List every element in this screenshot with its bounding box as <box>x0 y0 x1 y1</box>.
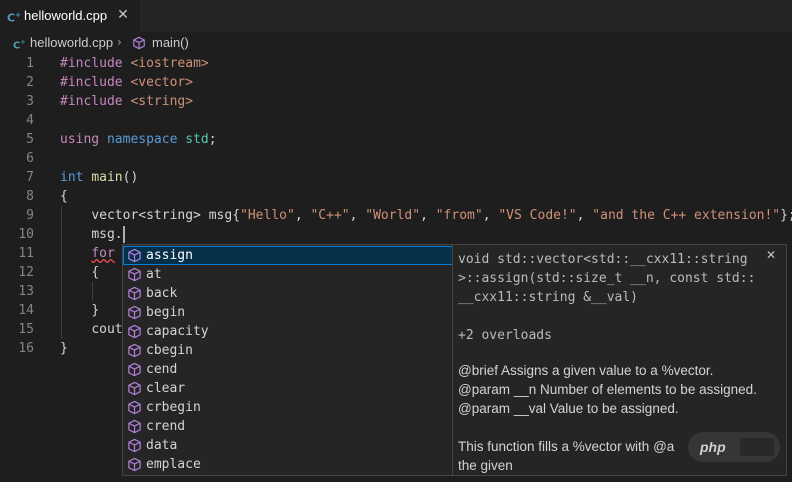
line-number: 3 <box>26 94 34 109</box>
suggestion-label: crend <box>146 419 186 434</box>
suggestion-back[interactable]: back <box>123 284 453 303</box>
suggestion-label: begin <box>146 305 186 320</box>
cpp-file-icon: C+ <box>13 39 26 52</box>
cpp-file-icon: C+ <box>7 11 21 25</box>
close-icon[interactable]: ✕ <box>763 247 779 263</box>
cube-method-icon <box>127 324 142 339</box>
suggestion-cend[interactable]: cend <box>123 360 453 379</box>
line-number: 10 <box>18 227 34 242</box>
line-number: 13 <box>18 284 34 299</box>
line-number: 14 <box>18 303 34 318</box>
suggestion-begin[interactable]: begin <box>123 303 453 322</box>
code-line-8: { <box>60 189 68 204</box>
signature-line: >::assign(std::size_t __n, const std:: <box>458 271 756 286</box>
cube-method-icon <box>127 362 142 377</box>
code-line-1: #include <iostream> <box>60 56 209 71</box>
code-line-12: { <box>91 265 100 280</box>
cube-method-icon <box>133 36 145 50</box>
code-line-15: cout <box>91 322 123 337</box>
doc-param: @param __n Number of elements to be assi… <box>458 382 757 397</box>
code-line-7: int main() <box>60 170 139 185</box>
line-number: 4 <box>26 113 34 128</box>
indent-guide <box>92 282 93 301</box>
suggestion-crend[interactable]: crend <box>123 417 453 436</box>
code-line-14: } <box>91 303 100 318</box>
line-number: 1 <box>26 56 34 71</box>
line-number: 15 <box>18 322 34 337</box>
cube-method-icon <box>127 438 142 453</box>
signature-line: __cxx11::string &__val) <box>458 290 639 305</box>
doc-description: This function fills a %vector with @a <box>458 439 675 454</box>
suggestion-emplace[interactable]: emplace <box>123 455 453 474</box>
close-icon[interactable]: ✕ <box>114 6 132 24</box>
suggestion-label: capacity <box>146 324 209 339</box>
line-number: 8 <box>26 189 34 204</box>
breadcrumb-file[interactable]: helloworld.cpp <box>30 35 113 51</box>
line-number: 12 <box>18 265 34 280</box>
suggest-widget[interactable]: assign at back begin capacity cbegin cend clear… <box>122 244 454 476</box>
doc-description: the given <box>458 458 513 473</box>
suggestion-crbegin[interactable]: crbegin <box>123 398 453 417</box>
suggestion-label: data <box>146 438 178 453</box>
code-line-5: using namespace std; <box>60 132 217 147</box>
cube-method-icon <box>127 305 142 320</box>
text-cursor <box>122 226 125 243</box>
editor-tab-helloworld[interactable]: C+ helloworld.cpp ✕ <box>0 0 140 32</box>
suggestion-data[interactable]: data <box>123 436 453 455</box>
code-line-10: msg. <box>91 226 125 243</box>
line-number: 5 <box>26 132 34 147</box>
breadcrumb-symbol[interactable]: main() <box>152 35 189 51</box>
line-number: 2 <box>26 75 34 90</box>
cube-method-icon <box>127 381 142 396</box>
suggestion-clear[interactable]: clear <box>123 379 453 398</box>
cube-method-icon <box>127 457 142 472</box>
line-number: 6 <box>26 151 34 166</box>
suggestion-label: emplace <box>146 457 201 472</box>
code-line-3: #include <string> <box>60 94 194 109</box>
watermark-logo: php <box>688 432 780 462</box>
line-number: 11 <box>18 246 34 261</box>
doc-brief: @brief Assigns a given value to a %vecto… <box>458 363 714 378</box>
cube-method-icon <box>127 343 142 358</box>
suggestion-at[interactable]: at <box>123 265 453 284</box>
breadcrumb: C+ helloworld.cpp › main() <box>0 32 792 54</box>
line-number: 16 <box>18 341 34 356</box>
suggestion-label: crbegin <box>146 400 201 415</box>
tab-bar: C+ helloworld.cpp ✕ <box>0 0 792 32</box>
suggestion-assign[interactable]: assign <box>123 246 453 265</box>
line-number: 9 <box>26 208 34 223</box>
cube-method-icon <box>127 286 142 301</box>
suggestion-label: clear <box>146 381 186 396</box>
suggestion-cbegin[interactable]: cbegin <box>123 341 453 360</box>
code-line-16: } <box>60 341 68 356</box>
line-number: 7 <box>26 170 34 185</box>
watermark-box <box>740 438 774 456</box>
doc-param: @param __val Value to be assigned. <box>458 401 679 416</box>
cube-method-icon <box>127 267 142 282</box>
watermark-text: php <box>700 439 726 455</box>
suggestion-label: assign <box>146 248 193 263</box>
signature-line: void std::vector<std::__cxx11::string <box>458 252 748 267</box>
code-line-11: for <box>91 246 115 261</box>
suggestion-label: cend <box>146 362 178 377</box>
cube-method-icon <box>127 419 142 434</box>
suggestion-capacity[interactable]: capacity <box>123 322 453 341</box>
code-line-2: #include <vector> <box>60 75 194 90</box>
overloads-count: +2 overloads <box>458 328 552 343</box>
suggestion-label: cbegin <box>146 343 193 358</box>
suggestion-label: back <box>146 286 178 301</box>
breadcrumb-separator: › <box>117 35 122 49</box>
tab-label: helloworld.cpp <box>24 8 108 23</box>
cube-method-icon <box>127 248 142 263</box>
suggestion-label: at <box>146 267 162 282</box>
code-line-9: vector<string> msg{"Hello", "C++", "Worl… <box>91 208 792 223</box>
cube-method-icon <box>127 400 142 415</box>
